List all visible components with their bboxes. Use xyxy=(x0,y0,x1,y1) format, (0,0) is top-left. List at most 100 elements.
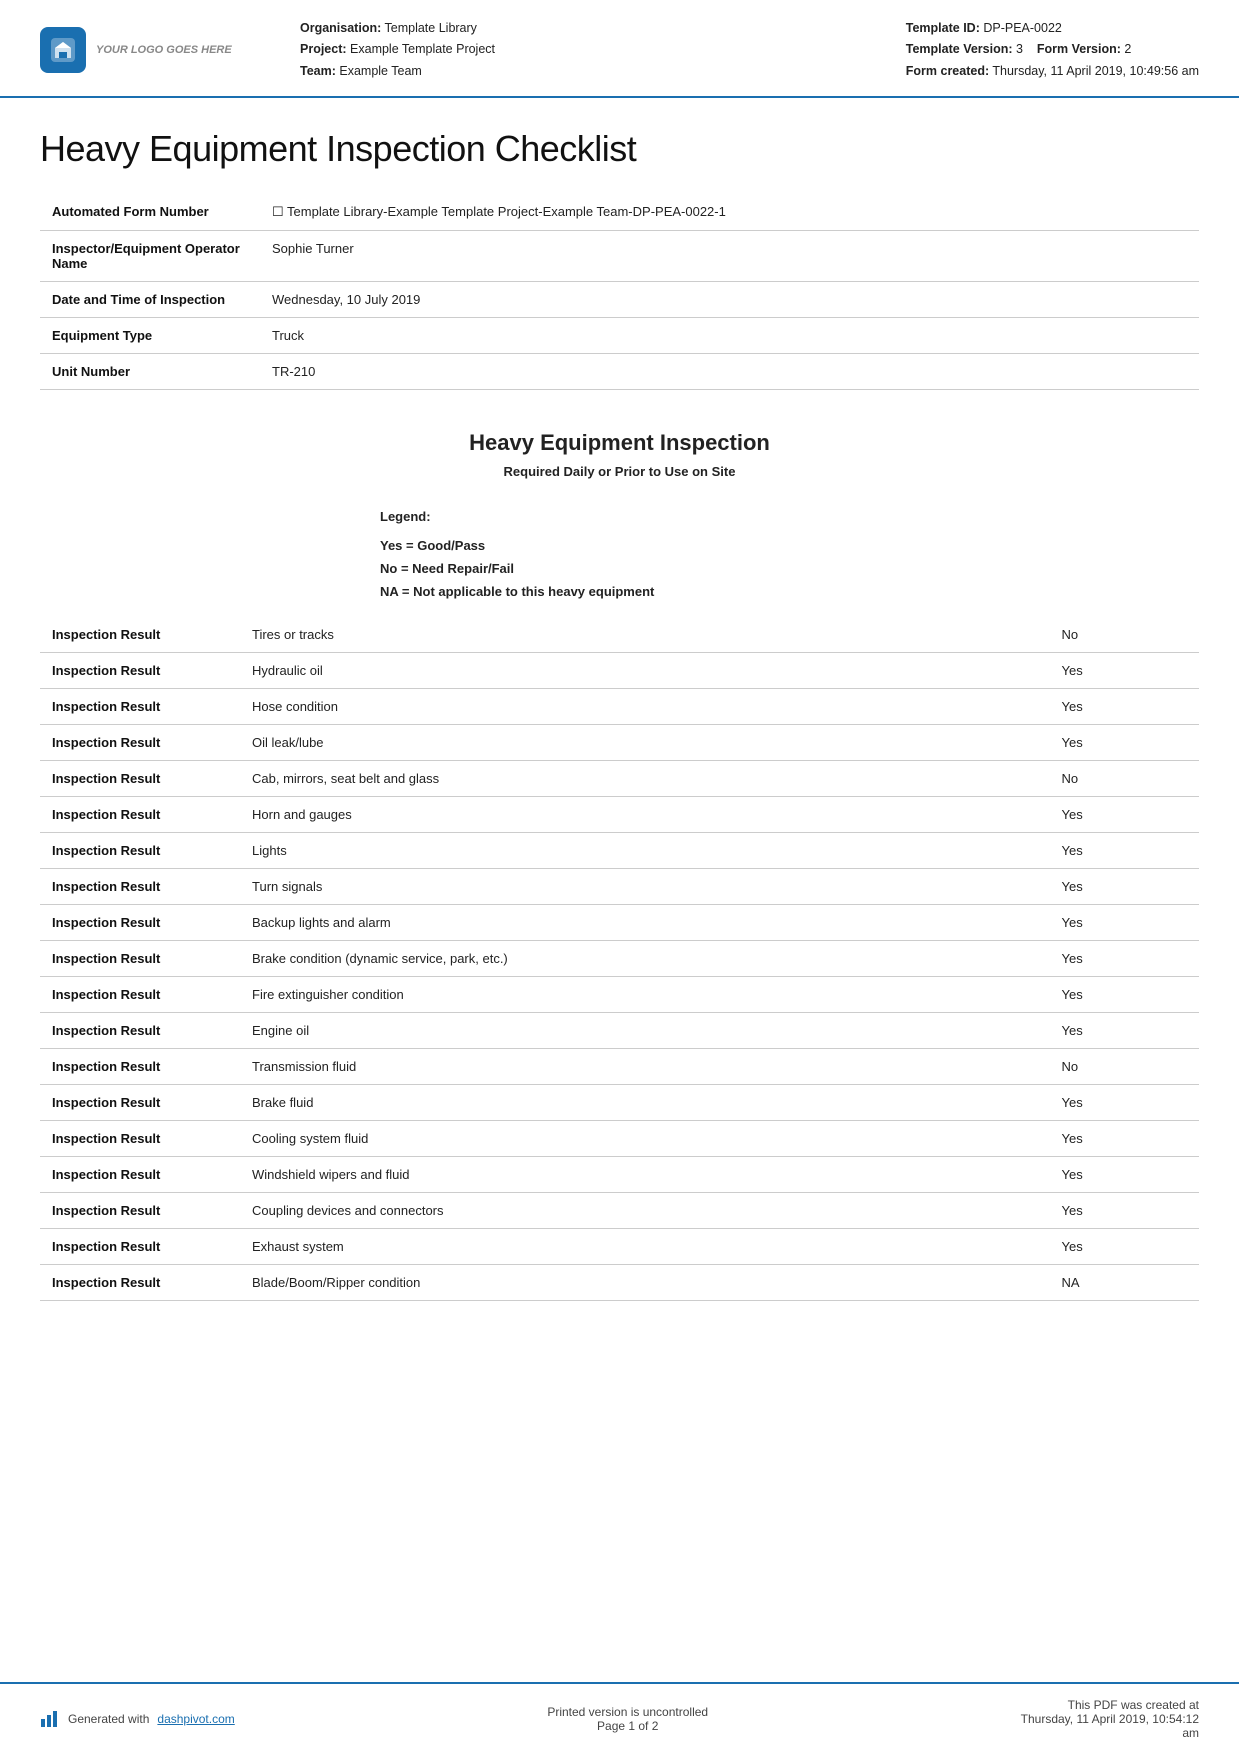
logo-icon xyxy=(40,27,86,73)
inspection-item: Fire extinguisher condition xyxy=(240,976,1050,1012)
inspection-notes xyxy=(1130,688,1199,724)
inspection-label: Inspection Result xyxy=(40,617,240,653)
main-content: Heavy Equipment Inspection Checklist Aut… xyxy=(0,98,1239,1682)
inspection-result: Yes xyxy=(1050,832,1130,868)
info-label: Automated Form Number xyxy=(40,194,260,231)
inspection-label: Inspection Result xyxy=(40,1192,240,1228)
info-row: Equipment Type Truck xyxy=(40,317,1199,353)
page: YOUR LOGO GOES HERE Organisation: Templa… xyxy=(0,0,1239,1754)
inspection-notes xyxy=(1130,1012,1199,1048)
inspection-item: Blade/Boom/Ripper condition xyxy=(240,1264,1050,1300)
info-label: Date and Time of Inspection xyxy=(40,281,260,317)
inspection-result: Yes xyxy=(1050,1012,1130,1048)
template-id-row: Template ID: DP-PEA-0022 xyxy=(906,18,1199,39)
inspection-label: Inspection Result xyxy=(40,832,240,868)
inspection-label: Inspection Result xyxy=(40,868,240,904)
form-version-label: Form Version: xyxy=(1037,42,1121,56)
inspection-result: NA xyxy=(1050,1264,1130,1300)
inspection-notes xyxy=(1130,832,1199,868)
inspection-item: Cooling system fluid xyxy=(240,1120,1050,1156)
legend-item: NA = Not applicable to this heavy equipm… xyxy=(380,584,1159,599)
info-value: Sophie Turner xyxy=(260,230,1199,281)
info-table: Automated Form Number ☐ Template Library… xyxy=(40,194,1199,390)
inspection-row: Inspection Result Exhaust system Yes xyxy=(40,1228,1199,1264)
inspection-row: Inspection Result Oil leak/lube Yes xyxy=(40,724,1199,760)
inspection-notes xyxy=(1130,1084,1199,1120)
inspection-notes xyxy=(1130,940,1199,976)
inspection-result: Yes xyxy=(1050,904,1130,940)
info-row: Automated Form Number ☐ Template Library… xyxy=(40,194,1199,231)
org-row: Organisation: Template Library xyxy=(300,18,906,39)
inspection-row: Inspection Result Tires or tracks No xyxy=(40,617,1199,653)
inspection-item: Cab, mirrors, seat belt and glass xyxy=(240,760,1050,796)
inspection-notes xyxy=(1130,868,1199,904)
legend-block: Legend: Yes = Good/PassNo = Need Repair/… xyxy=(40,489,1199,617)
inspection-notes xyxy=(1130,1192,1199,1228)
inspection-row: Inspection Result Engine oil Yes xyxy=(40,1012,1199,1048)
inspection-row: Inspection Result Brake condition (dynam… xyxy=(40,940,1199,976)
inspection-label: Inspection Result xyxy=(40,976,240,1012)
section-subtitle: Required Daily or Prior to Use on Site xyxy=(40,464,1199,479)
header: YOUR LOGO GOES HERE Organisation: Templa… xyxy=(0,0,1239,98)
inspection-item: Transmission fluid xyxy=(240,1048,1050,1084)
inspection-notes xyxy=(1130,1264,1199,1300)
inspection-item: Hydraulic oil xyxy=(240,652,1050,688)
dashpivot-link[interactable]: dashpivot.com xyxy=(157,1712,234,1726)
inspection-item: Backup lights and alarm xyxy=(240,904,1050,940)
template-id-label: Template ID: xyxy=(906,21,980,35)
inspection-result: Yes xyxy=(1050,1120,1130,1156)
inspection-label: Inspection Result xyxy=(40,1012,240,1048)
generated-text: Generated with xyxy=(68,1712,149,1726)
team-label: Team: xyxy=(300,64,336,78)
inspection-item: Lights xyxy=(240,832,1050,868)
info-row: Inspector/Equipment Operator Name Sophie… xyxy=(40,230,1199,281)
inspection-result: No xyxy=(1050,1048,1130,1084)
inspection-item: Exhaust system xyxy=(240,1228,1050,1264)
info-value: ☐ Template Library-Example Template Proj… xyxy=(260,194,1199,231)
inspection-notes xyxy=(1130,976,1199,1012)
inspection-result: Yes xyxy=(1050,1192,1130,1228)
legend-item: No = Need Repair/Fail xyxy=(380,561,1159,576)
header-right: Template ID: DP-PEA-0022 Template Versio… xyxy=(906,18,1199,82)
bar-chart-icon xyxy=(40,1709,60,1729)
inspection-label: Inspection Result xyxy=(40,796,240,832)
inspection-row: Inspection Result Backup lights and alar… xyxy=(40,904,1199,940)
inspection-table: Inspection Result Tires or tracks No Ins… xyxy=(40,617,1199,1301)
inspection-item: Oil leak/lube xyxy=(240,724,1050,760)
inspection-notes xyxy=(1130,724,1199,760)
inspection-result: No xyxy=(1050,760,1130,796)
info-label: Inspector/Equipment Operator Name xyxy=(40,230,260,281)
project-label: Project: xyxy=(300,42,347,56)
inspection-result: Yes xyxy=(1050,688,1130,724)
footer-center: Printed version is uncontrolled Page 1 o… xyxy=(547,1705,708,1733)
inspection-label: Inspection Result xyxy=(40,1120,240,1156)
inspection-label: Inspection Result xyxy=(40,1264,240,1300)
inspection-item: Coupling devices and connectors xyxy=(240,1192,1050,1228)
inspection-item: Brake fluid xyxy=(240,1084,1050,1120)
inspection-notes xyxy=(1130,1048,1199,1084)
inspection-item: Hose condition xyxy=(240,688,1050,724)
inspection-label: Inspection Result xyxy=(40,724,240,760)
legend-item: Yes = Good/Pass xyxy=(380,538,1159,553)
inspection-result: Yes xyxy=(1050,868,1130,904)
inspection-row: Inspection Result Fire extinguisher cond… xyxy=(40,976,1199,1012)
section-title: Heavy Equipment Inspection xyxy=(40,430,1199,456)
header-logo: YOUR LOGO GOES HERE xyxy=(40,18,260,82)
inspection-row: Inspection Result Windshield wipers and … xyxy=(40,1156,1199,1192)
info-value: TR-210 xyxy=(260,353,1199,389)
inspection-item: Engine oil xyxy=(240,1012,1050,1048)
inspection-row: Inspection Result Lights Yes xyxy=(40,832,1199,868)
info-row: Date and Time of Inspection Wednesday, 1… xyxy=(40,281,1199,317)
inspection-result: Yes xyxy=(1050,1084,1130,1120)
logo-text: YOUR LOGO GOES HERE xyxy=(96,43,232,57)
form-created-row: Form created: Thursday, 11 April 2019, 1… xyxy=(906,61,1199,82)
inspection-result: No xyxy=(1050,617,1130,653)
inspection-notes xyxy=(1130,796,1199,832)
info-row: Unit Number TR-210 xyxy=(40,353,1199,389)
inspection-result: Yes xyxy=(1050,796,1130,832)
inspection-item: Windshield wipers and fluid xyxy=(240,1156,1050,1192)
inspection-notes xyxy=(1130,760,1199,796)
inspection-result: Yes xyxy=(1050,940,1130,976)
team-value-text: Example Team xyxy=(339,64,421,78)
info-label: Equipment Type xyxy=(40,317,260,353)
